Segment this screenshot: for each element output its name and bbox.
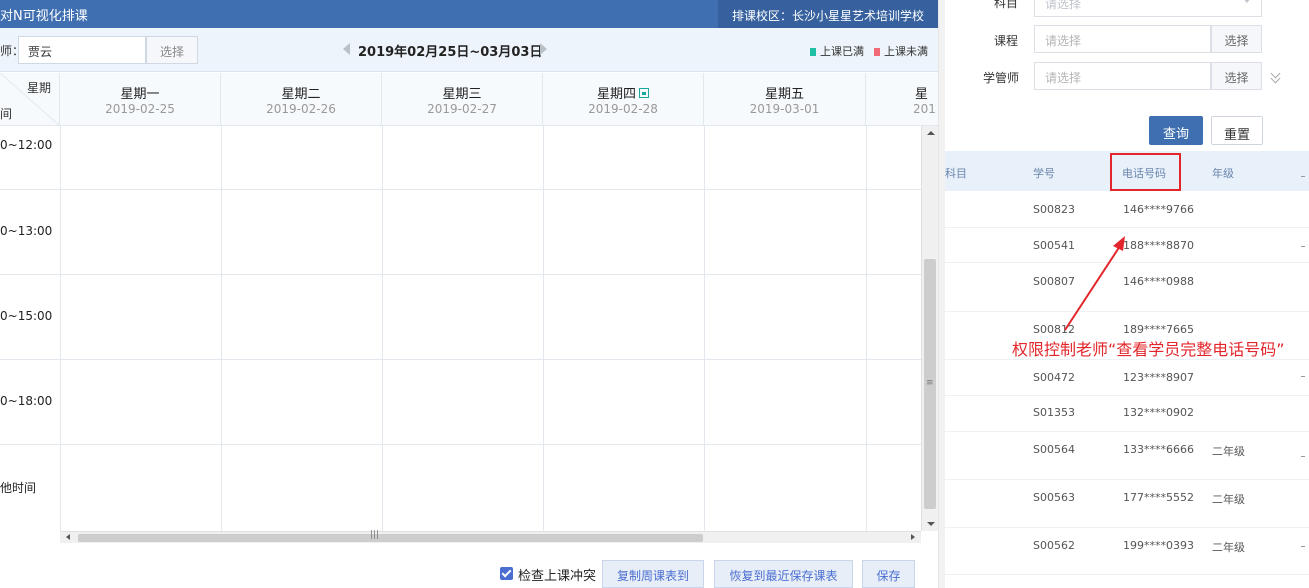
save-button[interactable]: 保存: [862, 560, 915, 588]
time-row: 0~13:00: [0, 190, 921, 275]
next-week-icon[interactable]: [540, 43, 547, 55]
day-header-sat: 星 201: [866, 73, 938, 126]
right-panel-edge: [1301, 0, 1309, 588]
day-name: 星期三: [442, 87, 482, 102]
legend-full: 上课已满: [810, 43, 864, 59]
schedule-panel: 对N可视化排课 排课校区：长沙小星星艺术培训学校 师： 贾云 选择 2019年0…: [0, 0, 938, 588]
scroll-left-icon[interactable]: [66, 534, 70, 540]
time-slot-label: 0~15:00: [0, 309, 53, 323]
scroll-down-icon[interactable]: [927, 522, 935, 526]
day-name: 星期二: [281, 87, 321, 102]
vertical-scrollbar[interactable]: ≡: [921, 126, 938, 531]
check-conflict-checkbox[interactable]: [500, 567, 513, 580]
time-slot-label: 0~18:00: [0, 394, 53, 408]
legend-not-full-label: 上课未满: [884, 45, 928, 58]
day-date: 2019-02-26: [266, 102, 336, 116]
teacher-input[interactable]: 贾云: [18, 36, 146, 64]
time-slot-label: 0~13:00: [0, 224, 53, 238]
time-row: 他时间: [0, 445, 921, 531]
day-name: 星期四: [596, 87, 636, 102]
prev-week-icon[interactable]: [343, 43, 350, 55]
app-title: 对N可视化排课: [0, 9, 88, 24]
grid-line: [543, 126, 544, 531]
day-name: 星期五: [764, 87, 804, 102]
day-date: 2019-02-25: [105, 102, 175, 116]
scroll-grip-icon: |||: [370, 530, 380, 540]
grid-line: [60, 126, 61, 531]
legend-not-full: 上课未满: [874, 43, 928, 59]
campus-name: 长沙小星星艺术培训学校: [792, 9, 925, 23]
legend-not-full-swatch: [874, 48, 880, 56]
copy-week-button[interactable]: 复制周课表到: [602, 560, 704, 588]
edge-tick: [1301, 546, 1305, 547]
day-date: 2019-02-28: [588, 102, 658, 116]
time-row: 0~15:00: [0, 275, 921, 360]
day-header-fri: 星期五 2019-03-01: [704, 73, 866, 126]
top-bar: 对N可视化排课 排课校区：长沙小星星艺术培训学校: [0, 0, 938, 28]
grid-line: [221, 126, 222, 531]
panel-divider[interactable]: [938, 0, 945, 588]
edge-tick: [1301, 176, 1305, 177]
grid-line: [382, 126, 383, 531]
day-date: 2019-02-27: [427, 102, 497, 116]
day-header-thu: 星期四 2019-02-28: [543, 73, 704, 126]
time-slot-label: 他时间: [0, 481, 37, 495]
corner-time-label: 间: [0, 107, 13, 121]
grid-corner: 星期 间: [0, 73, 60, 126]
restore-saved-button[interactable]: 恢复到最近保存课表: [714, 560, 853, 588]
time-row: 0~12:00: [0, 126, 921, 190]
annotation-arrow: [1064, 236, 1125, 331]
legend-full-label: 上课已满: [820, 45, 864, 58]
day-name: 星: [915, 87, 929, 102]
filter-bar: 师： 贾云 选择 2019年02月25日~03月03日 上课已满 上课未满: [0, 28, 938, 72]
schedule-grid: 星期 间 星期一 2019-02-25 星期二 2019-02-26 星期三 2…: [0, 73, 938, 543]
legend-full-swatch: [810, 48, 816, 56]
grid-line: [866, 126, 867, 531]
week-range: 2019年02月25日~03月03日: [358, 45, 543, 60]
edge-tick: [1301, 456, 1305, 457]
edge-tick: [1301, 376, 1305, 377]
grid-line: [704, 126, 705, 531]
edge-tick: [1301, 246, 1305, 247]
campus-info: 排课校区：长沙小星星艺术培训学校: [718, 0, 938, 28]
teacher-select-button[interactable]: 选择: [146, 36, 198, 64]
time-slot-label: 0~12:00: [0, 138, 53, 152]
day-header-mon: 星期一 2019-02-25: [60, 73, 221, 126]
campus-label: 排课校区：: [732, 9, 793, 23]
scroll-right-icon[interactable]: [911, 534, 915, 540]
day-name-wrap: 星期四: [543, 83, 703, 102]
check-conflict-label[interactable]: 检查上课冲突: [518, 565, 596, 584]
day-header-wed: 星期三 2019-02-27: [382, 73, 543, 126]
day-date: 201: [913, 102, 936, 116]
horizontal-scroll-thumb[interactable]: [78, 534, 703, 542]
horizontal-scrollbar[interactable]: |||: [60, 530, 921, 543]
today-calendar-icon: [639, 88, 649, 98]
day-name: 星期一: [120, 87, 160, 102]
schedule-footer: 检查上课冲突 复制周课表到 恢复到最近保存课表 保存: [0, 548, 938, 588]
day-date: 2019-03-01: [749, 102, 820, 116]
student-panel: 科目 请选择 课程 请选择 选择 学管师 请选择 选择 查询 重置 科目 学号 …: [945, 0, 1309, 588]
day-header-tue: 星期二 2019-02-26: [221, 73, 382, 126]
scroll-grip-icon: ≡: [926, 378, 934, 388]
time-row: 0~18:00: [0, 360, 921, 445]
annotation-text: 权限控制老师“查看学员完整电话号码”: [1012, 340, 1285, 359]
corner-weekday-label: 星期: [26, 81, 51, 95]
scroll-up-icon[interactable]: [927, 131, 935, 135]
